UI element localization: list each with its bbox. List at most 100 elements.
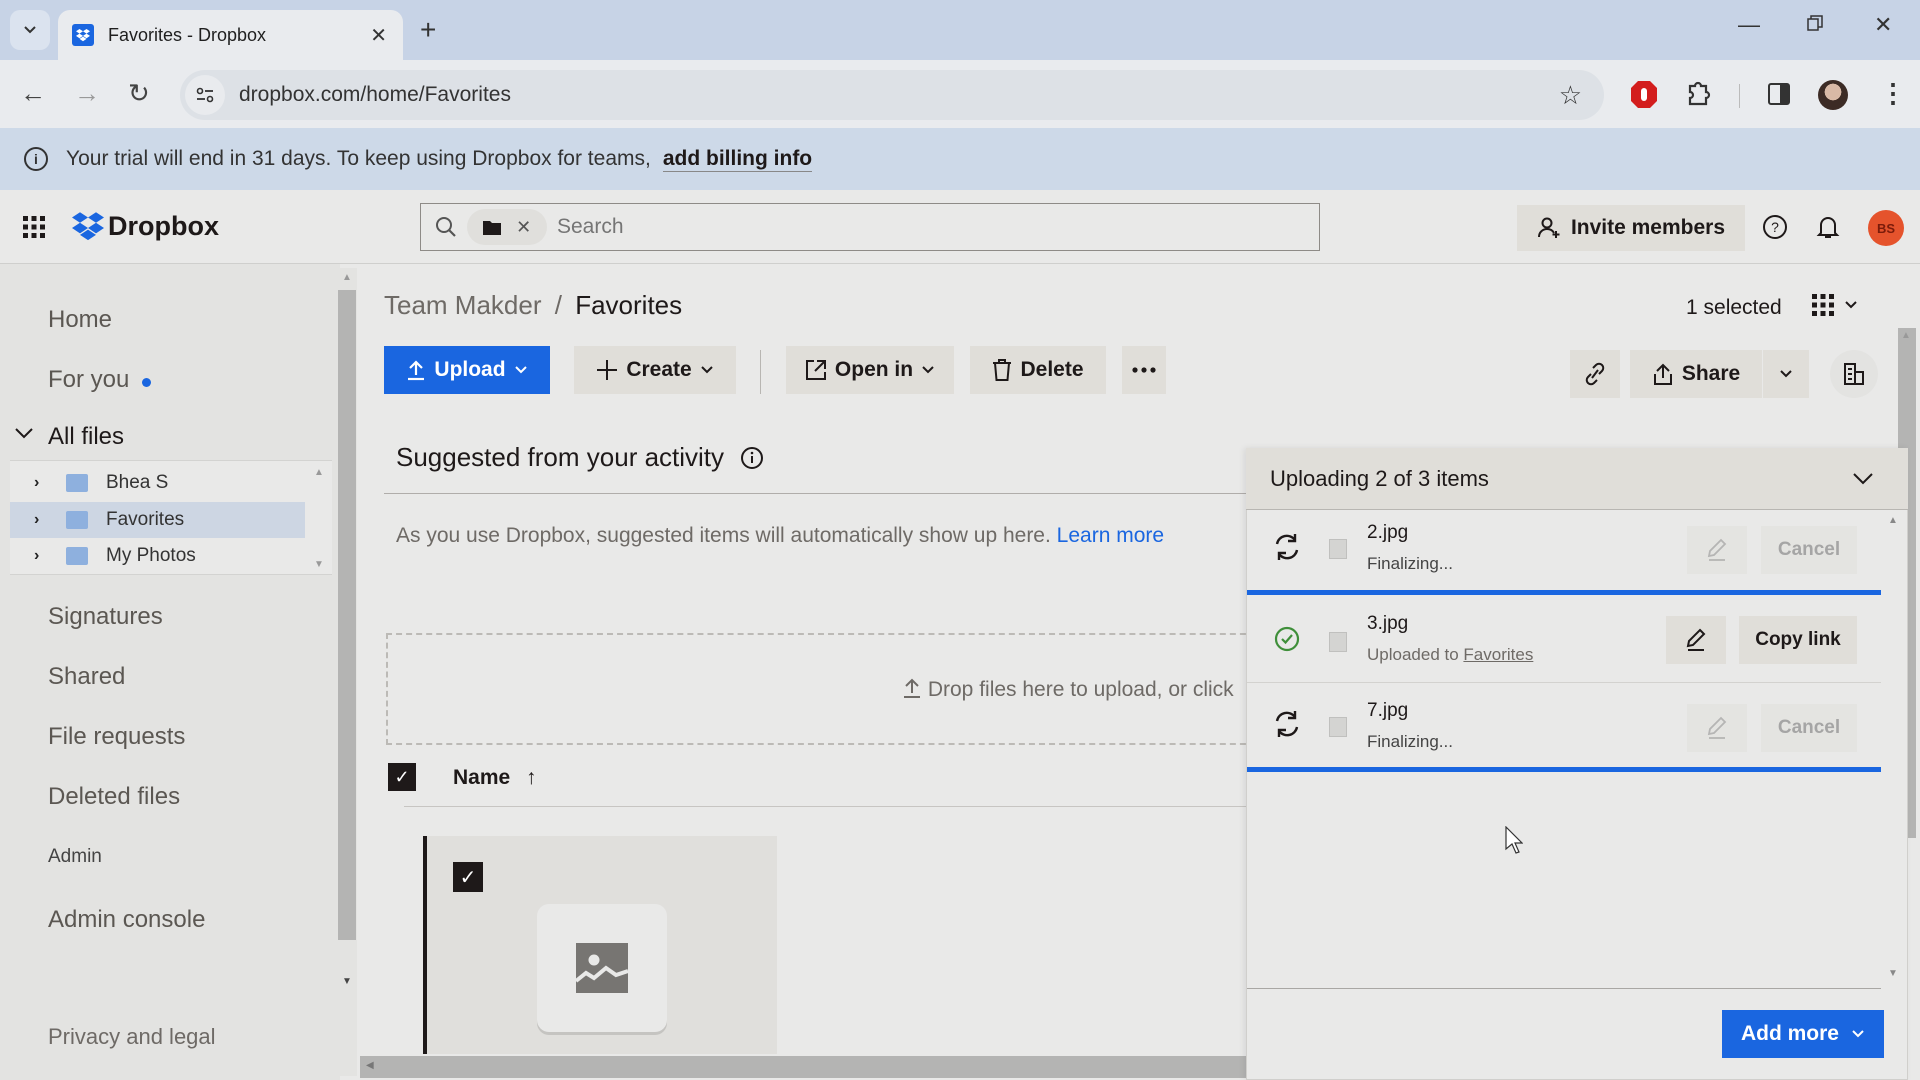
upload-list-scroll-down[interactable]: ▼ (1888, 968, 1898, 979)
sidebar-item-file-requests[interactable]: File requests (48, 723, 185, 751)
delete-button[interactable]: Delete (970, 346, 1106, 394)
image-file-icon (576, 943, 628, 993)
upload-icon (904, 678, 920, 698)
info-icon[interactable] (740, 446, 764, 470)
adblock-extension-icon[interactable] (1630, 80, 1658, 115)
tree-item-label: My Photos (106, 545, 196, 566)
new-tab-button[interactable]: + (420, 14, 436, 46)
image-file-icon (1329, 717, 1347, 737)
expand-chevron-icon[interactable]: › (34, 511, 48, 529)
help-icon[interactable]: ? (1762, 214, 1788, 245)
cancel-upload-button[interactable]: Cancel (1761, 526, 1857, 574)
copy-link-button[interactable] (1570, 350, 1620, 398)
dropbox-favicon (72, 24, 94, 46)
tree-scroll-down[interactable]: ▼ (314, 559, 324, 570)
breadcrumb-parent[interactable]: Team Makder (384, 290, 542, 320)
sidebar-item-deleted-files[interactable]: Deleted files (48, 783, 180, 811)
browser-menu-icon[interactable]: ⋮ (1880, 78, 1906, 109)
tree-scroll-up[interactable]: ▲ (314, 467, 324, 478)
rename-button[interactable] (1687, 526, 1747, 574)
search-bar[interactable]: ✕ (420, 203, 1320, 251)
horizontal-scrollbar[interactable] (360, 1056, 1250, 1078)
bookmark-star-icon[interactable]: ☆ (1559, 80, 1582, 111)
sidebar-item-for-you[interactable]: For you (48, 366, 152, 394)
site-settings-icon[interactable] (185, 75, 225, 115)
image-file-icon (1329, 539, 1347, 559)
close-window-button[interactable]: ✕ (1874, 12, 1892, 38)
more-actions-button[interactable] (1122, 346, 1166, 394)
back-button[interactable]: ← (20, 78, 46, 109)
tab-list-button[interactable] (10, 10, 50, 50)
sidebar-scroll-up[interactable]: ▲ (342, 272, 352, 283)
sort-ascending-icon[interactable]: ↑ (526, 766, 537, 789)
cancel-upload-button[interactable]: Cancel (1761, 704, 1857, 752)
share-dropdown-button[interactable] (1763, 350, 1809, 398)
copy-link-button[interactable]: Copy link (1739, 616, 1857, 664)
privacy-and-legal-link[interactable]: Privacy and legal (48, 1024, 216, 1050)
forward-button[interactable]: → (74, 78, 100, 109)
upload-list-scroll-up[interactable]: ▲ (1888, 515, 1898, 526)
side-panel-icon[interactable] (1768, 83, 1790, 110)
address-bar[interactable]: dropbox.com/home/Favorites ☆ (180, 70, 1604, 120)
dropbox-logo[interactable]: Dropbox (70, 210, 219, 242)
file-checkbox[interactable]: ✓ (453, 862, 483, 892)
name-column-header[interactable]: Name ↑ (453, 766, 537, 790)
restore-button[interactable] (1806, 12, 1824, 38)
learn-more-link[interactable]: Learn more (1057, 524, 1164, 547)
collapse-panel-icon[interactable] (1852, 466, 1874, 492)
expand-chevron-icon[interactable]: › (34, 474, 48, 492)
sidebar-scroll-down[interactable]: ▼ (342, 976, 352, 987)
file-thumbnail[interactable] (537, 904, 667, 1032)
dropbox-logo-icon (72, 212, 104, 241)
add-more-button[interactable]: Add more (1722, 1010, 1884, 1058)
tree-item-favorites[interactable]: › Favorites (10, 502, 305, 538)
add-billing-info-link[interactable]: add billing info (662, 147, 813, 172)
clear-scope-icon[interactable]: ✕ (516, 217, 531, 238)
folder-scope-chip[interactable]: ✕ (467, 209, 547, 245)
minimize-button[interactable]: — (1738, 12, 1760, 38)
reload-button[interactable]: ↻ (128, 78, 150, 109)
app-grid-icon[interactable] (22, 215, 46, 244)
sidebar-item-shared[interactable]: Shared (48, 663, 125, 691)
user-avatar[interactable]: BS (1868, 210, 1904, 246)
upload-status: Finalizing... (1367, 554, 1453, 573)
rename-button[interactable] (1666, 616, 1726, 664)
expand-chevron-icon[interactable]: › (34, 547, 48, 565)
trash-icon (993, 359, 1012, 381)
create-label: Create (626, 358, 692, 381)
sidebar-item-home[interactable]: Home (48, 306, 112, 334)
all-files-collapse-icon[interactable] (14, 426, 34, 445)
details-panel-button[interactable] (1830, 350, 1878, 398)
view-toggle[interactable] (1812, 294, 1858, 316)
browser-tab[interactable]: Favorites - Dropbox ✕ (58, 10, 403, 60)
main-scroll-up[interactable]: ▲ (1901, 330, 1911, 341)
sidebar-item-all-files[interactable]: All files (48, 423, 124, 451)
search-input[interactable] (557, 215, 1157, 239)
tree-item-bhea-s[interactable]: › Bhea S (10, 465, 305, 501)
extensions-puzzle-icon[interactable] (1686, 80, 1712, 113)
delete-label: Delete (1020, 358, 1084, 381)
svg-text:?: ? (1771, 219, 1779, 235)
close-tab-icon[interactable]: ✕ (370, 23, 387, 48)
upload-panel-header[interactable]: Uploading 2 of 3 items (1246, 448, 1908, 510)
chevron-down-icon (24, 26, 36, 34)
breadcrumb: Team Makder / Favorites (384, 290, 682, 321)
invite-members-button[interactable]: Invite members (1517, 205, 1745, 251)
chevron-down-icon (1852, 1030, 1864, 1038)
share-button[interactable]: Share (1630, 350, 1762, 398)
breadcrumb-separator: / (554, 290, 562, 320)
upload-status-prefix: Uploaded to (1367, 645, 1459, 664)
create-button[interactable]: Create (574, 346, 736, 394)
open-in-button[interactable]: Open in (786, 346, 954, 394)
upload-button[interactable]: Upload (384, 346, 550, 394)
sidebar-scroll-thumb[interactable] (338, 290, 356, 940)
scroll-left[interactable]: ◀ (366, 1060, 374, 1071)
select-all-checkbox[interactable]: ✓ (388, 763, 416, 791)
sidebar-item-admin-console[interactable]: Admin console (48, 906, 205, 934)
tree-item-my-photos[interactable]: › My Photos (10, 538, 305, 574)
profile-avatar[interactable] (1818, 80, 1848, 110)
sidebar-item-signatures[interactable]: Signatures (48, 603, 163, 631)
uploaded-folder-link[interactable]: Favorites (1463, 645, 1533, 664)
notifications-bell-icon[interactable] (1815, 214, 1841, 245)
rename-button[interactable] (1687, 704, 1747, 752)
